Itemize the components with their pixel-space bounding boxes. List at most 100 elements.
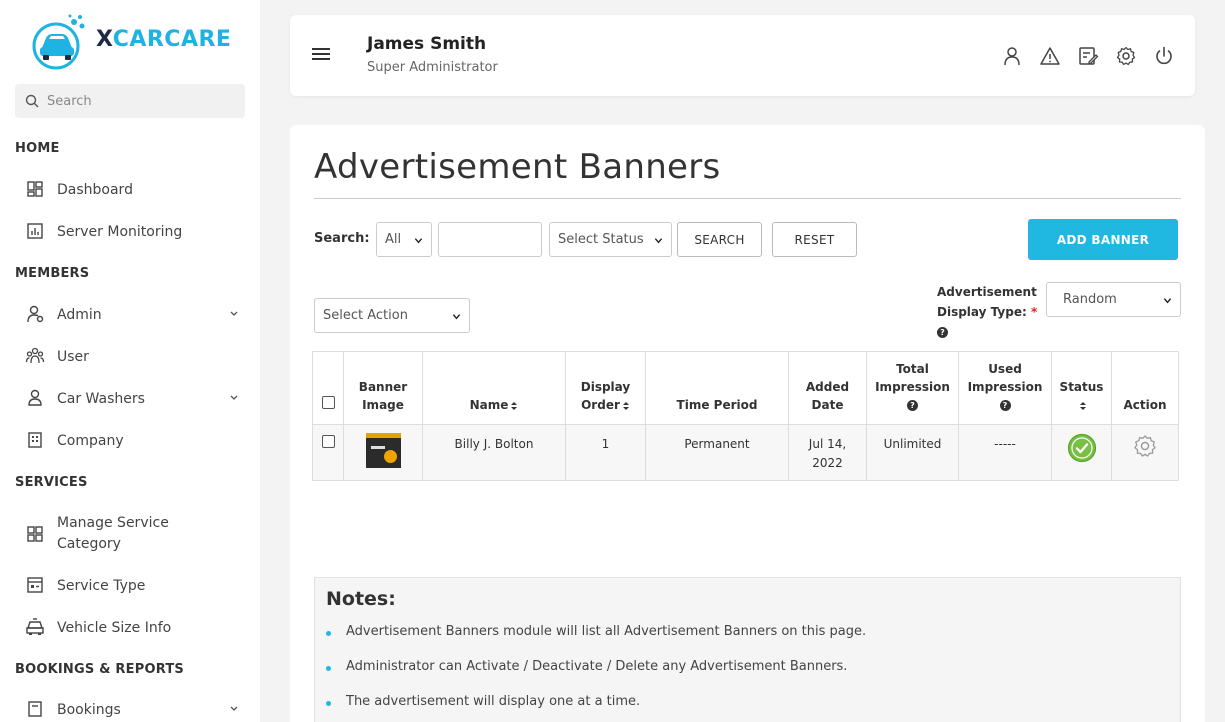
logo-text-x: X [96, 26, 113, 52]
header-text: Total [896, 362, 929, 376]
used-impression-cell: ----- [958, 424, 1052, 481]
logo[interactable]: XCARCARE [30, 12, 231, 70]
sidebar-search-input[interactable] [47, 93, 237, 109]
user-name: James Smith [367, 34, 487, 54]
total-impression-cell: Unlimited [866, 424, 959, 481]
header-total-impression: Total Impression? [866, 351, 959, 425]
sidebar-item-car-washers[interactable]: Car Washers [25, 389, 245, 410]
search-input[interactable] [438, 222, 542, 257]
display-type-label-line1: Advertisement [937, 285, 1037, 299]
sidebar-item-dashboard[interactable]: Dashboard [25, 180, 245, 201]
sort-icon [622, 401, 629, 410]
status-select-value: Select Status [558, 232, 644, 247]
dashboard-icon [27, 181, 43, 197]
header-time-period: Time Period [645, 351, 789, 425]
row-select-cell [312, 424, 344, 481]
sidebar-item-bookings[interactable]: Bookings [25, 700, 245, 721]
header-text: Display [580, 380, 631, 394]
action-cell [1111, 424, 1179, 481]
status-active-check-icon[interactable] [1067, 433, 1097, 463]
banner-thumbnail[interactable] [365, 433, 401, 468]
display-order-cell: 1 [565, 424, 646, 481]
settings-icon[interactable] [1115, 45, 1137, 67]
search-button[interactable]: SEARCH [677, 222, 762, 257]
header-banner-image: Banner Image [343, 351, 423, 425]
chart-icon [27, 223, 43, 239]
added-date-line1: Jul 14, [808, 437, 847, 451]
time-period-cell: Permanent [645, 424, 789, 481]
chevron-down-icon [1163, 298, 1172, 304]
sidebar-item-vehicle-size-info[interactable]: Vehicle Size Info [25, 618, 245, 639]
user-icon[interactable] [1001, 45, 1023, 67]
display-type-label-line2: Display Type: [937, 305, 1027, 319]
chevron-down-icon [414, 238, 423, 244]
row-checkbox[interactable] [321, 435, 335, 448]
sidebar-search[interactable] [15, 84, 245, 118]
sidebar-item-label: Service Type [57, 578, 146, 594]
display-type-value: Random [1063, 292, 1117, 307]
sidebar-item-label: Car Washers [57, 391, 145, 407]
power-icon[interactable] [1153, 45, 1175, 67]
sidebar-item-label: Admin [57, 307, 102, 323]
name-cell: Billy J. Bolton [422, 424, 566, 481]
status-select[interactable]: Select Status [549, 222, 672, 257]
header-text: Name [469, 398, 509, 412]
sidebar-item-admin[interactable]: Admin [25, 305, 245, 326]
page-title: Advertisement Banners [314, 147, 721, 187]
search-scope-value: All [385, 232, 402, 247]
header-text: Banner [358, 380, 408, 394]
chevron-down-icon [230, 311, 238, 316]
sidebar-item-server-monitoring[interactable]: Server Monitoring [25, 222, 245, 243]
admin-user-icon [27, 305, 44, 323]
bulk-action-select[interactable]: Select Action [314, 298, 470, 333]
table-header-row: Banner Image Name Display Order Time Perio… [312, 351, 1179, 425]
header-text: Used [988, 362, 1022, 376]
header-display-order[interactable]: Display Order [565, 351, 646, 425]
header-status[interactable]: Status [1051, 351, 1112, 425]
added-date-cell: Jul 14, 2022 [788, 424, 867, 481]
table-row: Billy J. Bolton 1 Permanent Jul 14, 2022 … [312, 424, 1179, 481]
header-text: Order [581, 398, 620, 412]
header-text: Impression [967, 380, 1043, 394]
chevron-down-icon [230, 395, 238, 400]
display-type-select[interactable]: Random [1046, 282, 1181, 317]
sidebar: XCARCARE HOME Dashboard Server Monitorin… [0, 0, 260, 722]
sidebar-item-service-type[interactable]: Service Type [25, 576, 245, 597]
help-icon[interactable]: ? [907, 400, 918, 411]
logo-text: XCARCARE [96, 27, 231, 52]
select-all-checkbox[interactable] [321, 396, 335, 409]
banners-table: Banner Image Name Display Order Time Perio… [312, 351, 1179, 481]
sort-icon [1079, 401, 1086, 410]
sidebar-item-label: Dashboard [57, 182, 133, 198]
user-role: Super Administrator [367, 60, 498, 75]
header-text: Action [1123, 398, 1167, 412]
sidebar-item-manage-service-category[interactable]: Manage Service Category [25, 513, 245, 555]
header-text: Status [1059, 380, 1104, 394]
sidebar-item-user[interactable]: User [25, 347, 245, 368]
search-scope-select[interactable]: All [376, 222, 432, 257]
bulk-action-value: Select Action [323, 308, 408, 323]
person-icon [28, 389, 42, 406]
sidebar-item-label: Manage Service Category [57, 515, 169, 552]
section-home: HOME [15, 141, 60, 156]
header-name[interactable]: Name [422, 351, 566, 425]
sidebar-item-label: Company [57, 433, 124, 449]
sidebar-item-company[interactable]: Company [25, 431, 245, 452]
header-text: Time Period [676, 398, 758, 412]
help-icon[interactable]: ? [999, 400, 1011, 411]
logo-text-rest: CARCARE [112, 26, 232, 52]
edit-icon[interactable] [1077, 45, 1099, 67]
help-icon[interactable]: ? [937, 327, 948, 338]
reset-button[interactable]: RESET [772, 222, 857, 257]
settings-icon[interactable] [1132, 433, 1158, 459]
sidebar-item-label: User [57, 349, 89, 365]
header-text: Added [805, 380, 850, 394]
notes-title: Notes: [326, 588, 396, 610]
warning-icon[interactable] [1039, 45, 1061, 67]
form-icon [27, 577, 43, 593]
display-type-label: Advertisement Display Type: * ? [937, 282, 1042, 342]
car-icon [26, 618, 44, 635]
add-banner-button[interactable]: ADD BANNER [1028, 219, 1178, 260]
hamburger-menu-icon[interactable] [312, 48, 330, 62]
header-added-date: Added Date [788, 351, 867, 425]
